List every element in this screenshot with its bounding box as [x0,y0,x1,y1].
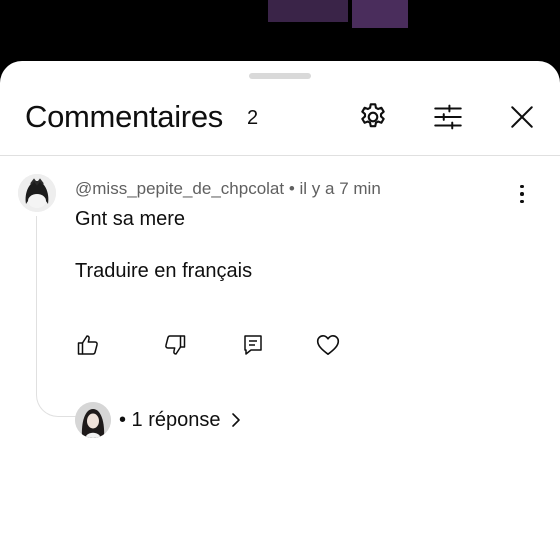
reply-avatar-image [75,402,111,438]
dislike-button[interactable] [161,331,189,359]
avatar-image [18,174,56,212]
panel-title: Commentaires [25,99,223,134]
chevron-right-icon [229,412,243,428]
thread-connector-line [36,216,77,417]
reply-button[interactable] [239,331,267,359]
comment-text: Gnt sa mere [75,208,186,230]
comments-sheet: Commentaires 2 @miss_pepite_de_chpcolat … [0,61,560,560]
like-button[interactable] [74,331,102,359]
settings-button[interactable] [353,97,393,137]
more-vertical-icon [520,184,524,204]
avatar[interactable] [18,174,56,212]
video-frame-fragment [268,0,348,22]
sliders-icon [434,104,462,130]
reply-comment-icon [244,335,262,355]
comment-time: il y a 7 min [299,179,381,198]
thumb-down-icon [165,335,186,355]
meta-separator: • [288,179,295,198]
comment-count: 2 [247,107,259,129]
drag-handle[interactable] [249,73,311,79]
header-divider [0,155,560,156]
replies-count-label: • 1 réponse [119,408,221,431]
close-icon [511,106,533,128]
heart-button[interactable] [314,331,342,359]
sort-filter-button[interactable] [428,97,468,137]
reply-avatar [75,402,111,438]
video-frame-fragment [352,0,408,28]
comment-author[interactable]: @miss_pepite_de_chpcolat [75,179,284,198]
close-button[interactable] [502,97,542,137]
gear-icon [361,103,385,128]
heart-icon [316,334,340,356]
thumb-up-icon [77,335,98,355]
comment-meta: @miss_pepite_de_chpcolat • il y a 7 min [75,179,381,199]
view-replies-button[interactable]: • 1 réponse [75,401,243,439]
translate-link[interactable]: Traduire en français [75,260,252,283]
more-options-button[interactable] [512,179,532,209]
